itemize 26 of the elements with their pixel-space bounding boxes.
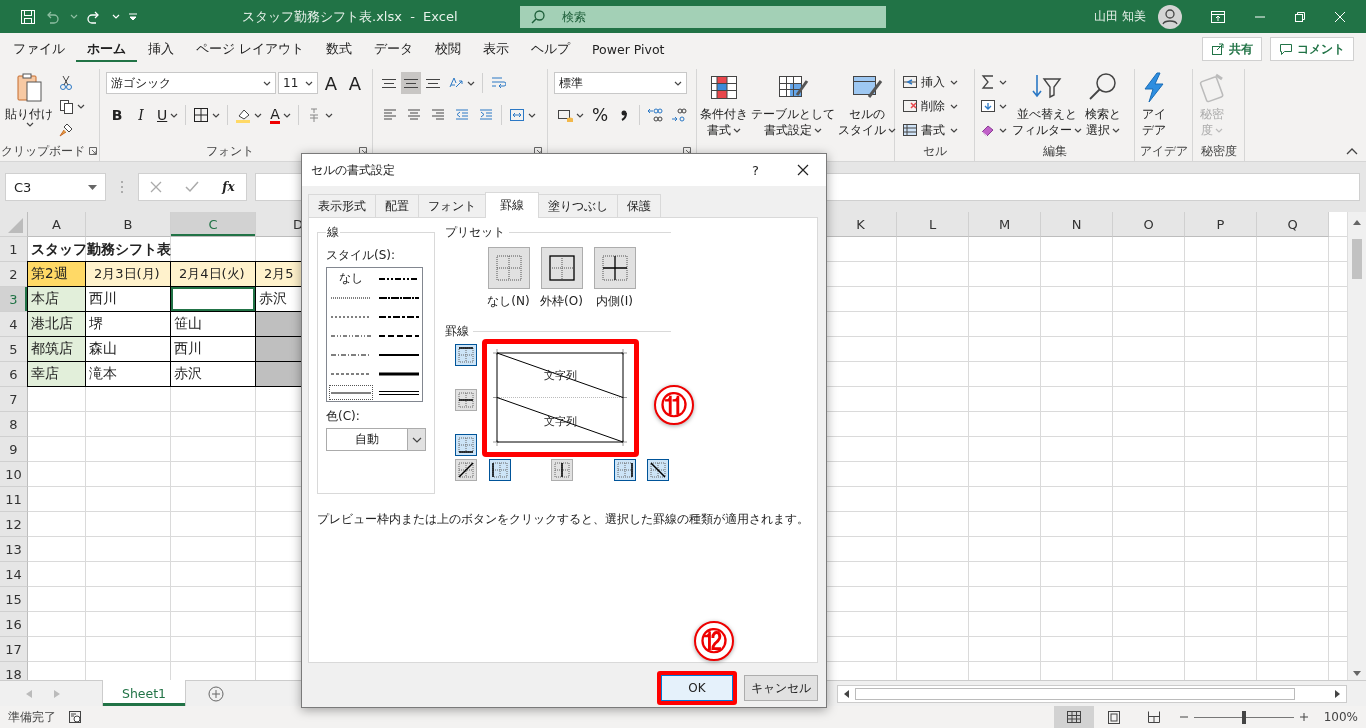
group-label: フォント [204,142,255,160]
table-cell: 港北店 [27,311,86,337]
group-label: クリップボード [1,142,85,160]
field-label: 色(C): [326,408,361,425]
title-cell-text: スタッフ勤務シフト表 [30,239,172,259]
field-label: スタイル(S): [326,247,397,264]
table-cell: 2月3日(月) [85,261,171,287]
preset-label: 内側(I) [596,293,633,310]
preset-label: なし(N) [487,293,530,310]
group-label: アイデア [1138,142,1189,160]
table-cell: 都筑店 [27,336,86,362]
table-cell: 第2週 [27,261,86,287]
preset-label: 外枠(O) [540,293,583,310]
section-label: プリセット [445,223,505,241]
window-title: スタッフ勤務シフト表.xlsx - Excel [242,7,459,26]
user-name: 山田 知美 [1094,8,1146,25]
status-text: 準備完了 [8,708,56,726]
group-label: 秘密度 [1199,142,1238,160]
group-label: 編集 [1041,142,1068,160]
dialog-title: セルの書式設定 [311,161,395,179]
section-label: 罫線 [445,322,469,340]
group-label: セル [921,142,948,160]
table-cell: 幸店 [27,361,86,387]
hint-text: プレビュー枠内または上のボタンをクリックすると、選択した罫線の種類が適用されます。 [317,512,810,527]
table-cell: 本店 [27,286,86,312]
table-cell: 2月4日(火) [170,261,256,287]
